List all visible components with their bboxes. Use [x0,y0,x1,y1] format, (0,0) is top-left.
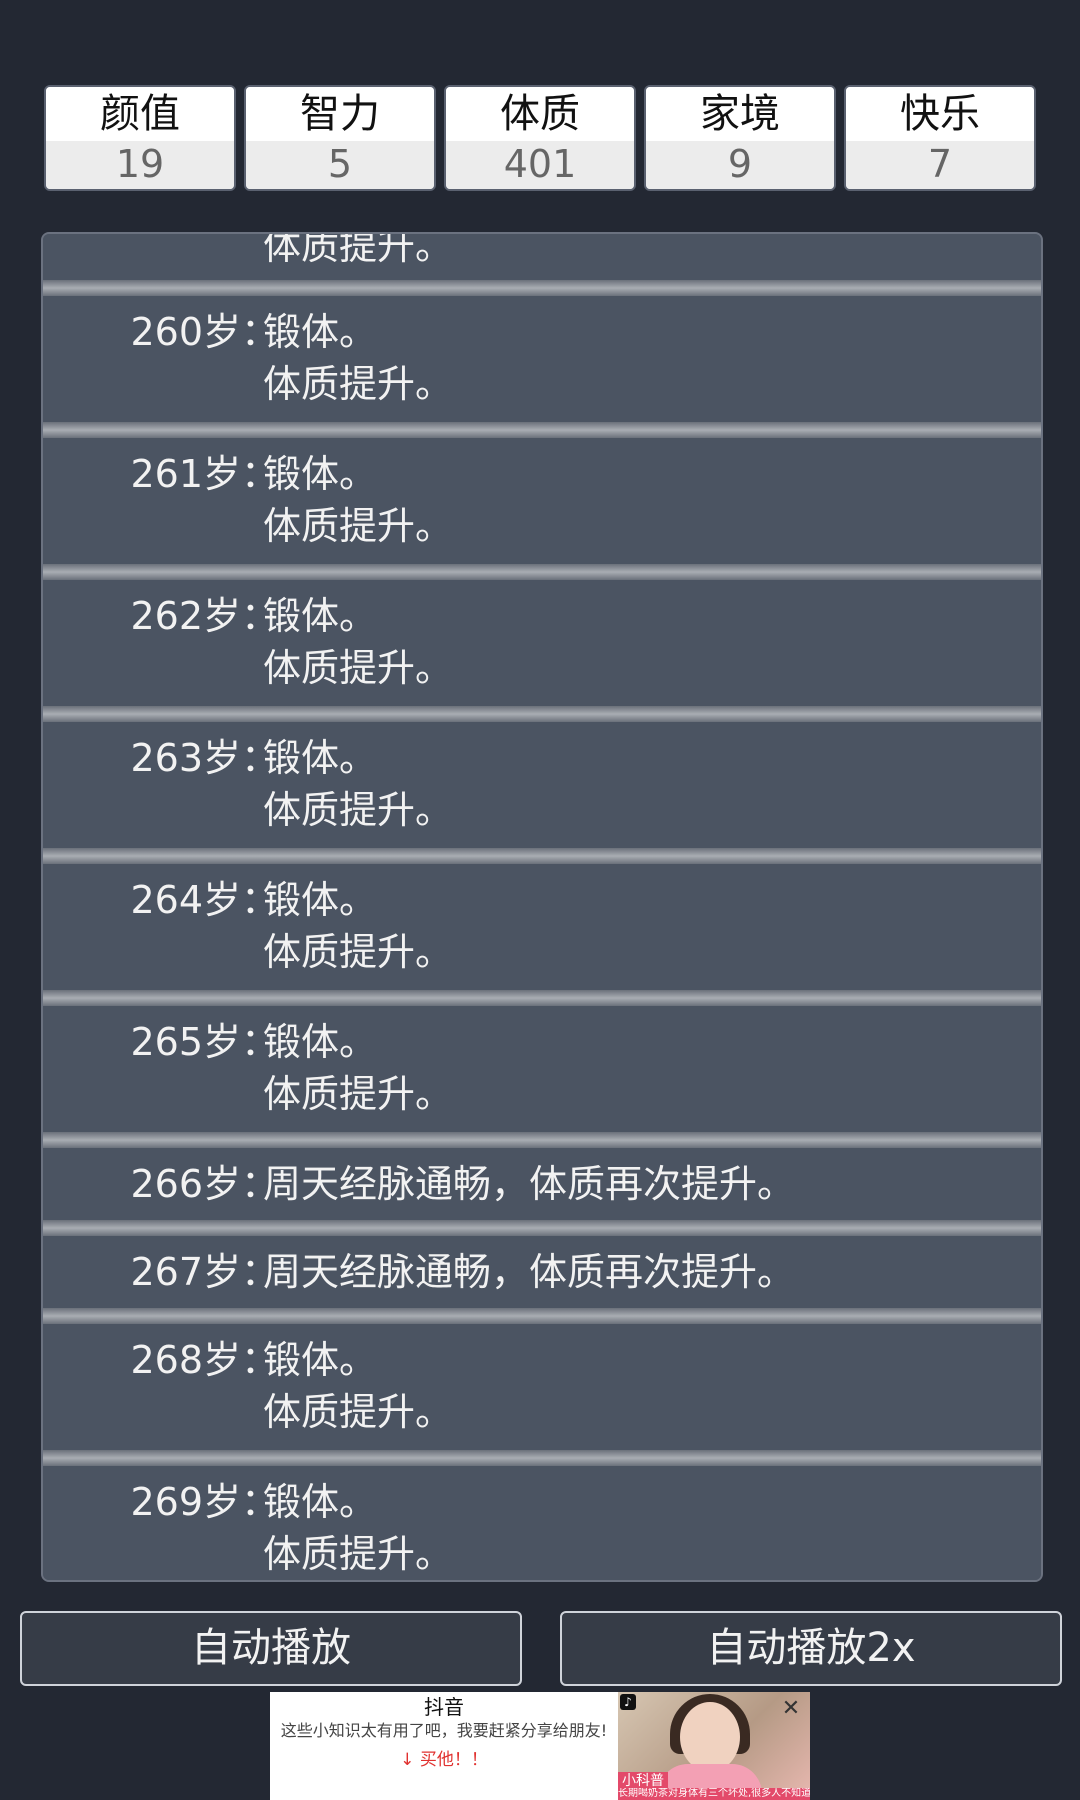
ad-title: 抖音 [424,1695,464,1719]
stat-value: 401 [446,141,634,189]
log-line: 体质提升。 [263,1532,454,1576]
log-age-label: 260岁： [130,310,279,354]
log-entry: 268岁： 锻体。体质提升。 [43,1324,1041,1450]
log-line: 体质提升。 [263,646,454,690]
log-line: 体质提升。 [263,504,454,548]
log-entry: 260岁： 锻体。体质提升。 [43,296,1041,422]
log-separator [43,280,1041,296]
stat-family: 家境 9 [644,85,836,191]
stat-intelligence: 智力 5 [244,85,436,191]
log-entry: 267岁： 周天经脉通畅，体质再次提升。 [43,1236,1041,1308]
stat-label: 家境 [646,87,834,141]
log-separator [43,848,1041,864]
stat-value: 9 [646,141,834,189]
log-separator [43,1308,1041,1324]
log-entry: 261岁： 锻体。体质提升。 [43,438,1041,564]
log-line: 周天经脉通畅，体质再次提升。 [263,1162,796,1206]
log-line: 锻体。 [263,736,378,780]
auto-play-2x-button[interactable]: 自动播放2x [560,1611,1062,1686]
log-age-label: 265岁： [130,1020,279,1064]
ad-caption: 长期喝奶茶对身体有三个坏处,很多人不知道 [618,1788,810,1800]
log-age-label: 261岁： [130,452,279,496]
log-entry: 262岁： 锻体。体质提升。 [43,580,1041,706]
log-separator [43,990,1041,1006]
log-separator [43,1132,1041,1148]
stat-appearance: 颜值 19 [44,85,236,191]
log-separator [43,706,1041,722]
douyin-logo-icon: ♪ [620,1694,636,1710]
ad-image[interactable]: ♪ ✕ 小科普 长期喝奶茶对身体有三个坏处,很多人不知道 [618,1692,810,1800]
log-line: 锻体。 [263,594,378,638]
log-entry: 266岁： 周天经脉通畅，体质再次提升。 [43,1148,1041,1220]
log-age-label: 269岁： [130,1480,279,1524]
log-separator [43,422,1041,438]
stat-value: 7 [846,141,1034,189]
log-separator [43,564,1041,580]
log-line: 体质提升。 [263,232,454,268]
stats-bar: 颜值 19 智力 5 体质 401 家境 9 快乐 7 [44,85,1036,191]
log-line: 体质提升。 [263,1072,454,1116]
log-line: 锻体。 [263,1020,378,1064]
log-entry-partial: 体质提升。 [43,234,1041,280]
log-separator [43,1450,1041,1466]
stat-happiness: 快乐 7 [844,85,1036,191]
log-line: 锻体。 [263,452,378,496]
stat-value: 19 [46,141,234,189]
auto-play-button[interactable]: 自动播放 [20,1611,522,1686]
log-age-label: 262岁： [130,594,279,638]
ad-text: 抖音 这些小知识太有用了吧，我要赶紧分享给朋友! ↓ 买他！！ [270,1692,618,1800]
log-age-label: 267岁： [130,1250,279,1294]
stat-label: 体质 [446,87,634,141]
life-log-panel[interactable]: 体质提升。 260岁： 锻体。 体质提升。 261岁： 锻体。 体质提升。 262岁： 锻体。… [41,232,1043,1582]
ad-banner[interactable]: 抖音 这些小知识太有用了吧，我要赶紧分享给朋友! ↓ 买他！！ ♪ ✕ 小科普 … [270,1692,810,1800]
log-entry: 265岁： 锻体。体质提升。 [43,1006,1041,1132]
ad-description: 这些小知识太有用了吧，我要赶紧分享给朋友! [280,1721,608,1740]
log-line: 周天经脉通畅，体质再次提升。 [263,1250,796,1294]
ad-person-face [680,1702,740,1772]
log-age-label: 264岁： [130,878,279,922]
log-line: 锻体。 [263,878,378,922]
log-age-label: 263岁： [130,736,279,780]
close-icon[interactable]: ✕ [780,1698,802,1720]
log-entry: 264岁： 锻体。体质提升。 [43,864,1041,990]
log-line: 体质提升。 [263,362,454,406]
log-age-label: 266岁： [130,1162,279,1206]
log-line: 体质提升。 [263,1390,454,1434]
ad-cta-link[interactable]: ↓ 买他！！ [270,1748,618,1772]
stat-constitution: 体质 401 [444,85,636,191]
log-line: 锻体。 [263,1480,378,1524]
stat-value: 5 [246,141,434,189]
log-line: 锻体。 [263,310,378,354]
log-line: 体质提升。 [263,788,454,832]
log-line: 体质提升。 [263,930,454,974]
log-age-label: 268岁： [130,1338,279,1382]
stat-label: 智力 [246,87,434,141]
stat-label: 快乐 [846,87,1034,141]
log-entry: 263岁： 锻体。体质提升。 [43,722,1041,848]
stat-label: 颜值 [46,87,234,141]
log-separator [43,1220,1041,1236]
log-line: 锻体。 [263,1338,378,1382]
log-entry: 269岁： 锻体。体质提升。 [43,1466,1041,1580]
